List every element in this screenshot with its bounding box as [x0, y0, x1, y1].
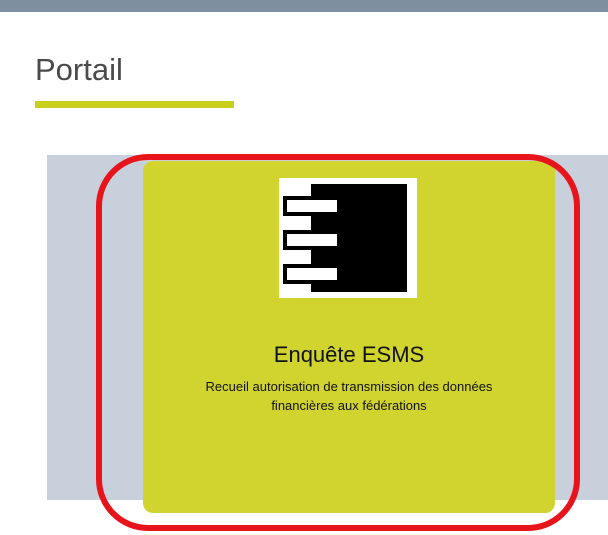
tile-title: Enquête ESMS — [273, 342, 425, 367]
component-icon — [279, 178, 417, 298]
portal-page: Portail Enquête ESMS Recueil autorisatio… — [0, 0, 608, 535]
tile-description: Recueil autorisation de transmission des… — [205, 379, 493, 413]
top-bar — [0, 0, 608, 12]
title-underline — [35, 101, 234, 108]
page-title: Portail — [35, 52, 123, 87]
app-tile-enquete-esms[interactable]: Enquête ESMS Recueil autorisation de tra… — [143, 161, 555, 513]
